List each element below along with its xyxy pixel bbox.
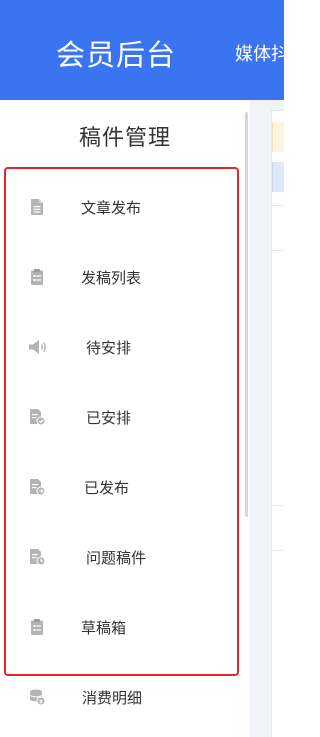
panel-divider: [271, 550, 284, 551]
sidebar-item-label: 待安排: [86, 339, 132, 357]
sidebar-section-title: 稿件管理: [78, 126, 171, 151]
document-upload-icon: [28, 478, 46, 496]
sidebar-item-problem-articles[interactable]: 问题稿件: [20, 537, 220, 577]
sidebar-item-label: 发稿列表: [81, 269, 142, 287]
info-bar: [272, 162, 284, 192]
sidebar-item-label: 草稿箱: [81, 619, 127, 637]
sidebar-item-label: 问题稿件: [86, 549, 147, 567]
sidebar-item-drafts[interactable]: 草稿箱: [20, 607, 220, 647]
panel-divider: [271, 205, 284, 206]
top-nav-item-media[interactable]: 媒体抖: [235, 40, 284, 66]
app-title: 会员后台: [56, 38, 177, 72]
sidebar-item-arranged[interactable]: 已安排: [20, 397, 220, 437]
content-panel-lower: [271, 505, 284, 737]
sidebar-item-article-publish[interactable]: 文章发布: [20, 187, 220, 227]
clipboard-list-icon: [28, 268, 46, 286]
notice-bar: [272, 122, 284, 152]
sidebar-item-label: 文章发布: [81, 199, 142, 217]
sidebar-scrollbar[interactable]: [245, 112, 248, 517]
document-warning-icon: [28, 548, 46, 566]
header-bar: 会员后台 媒体抖: [0, 0, 284, 100]
main-content-area: [250, 100, 284, 737]
sidebar-item-label: 已发布: [84, 479, 130, 497]
document-icon: [28, 198, 46, 216]
sidebar-item-submission-list[interactable]: 发稿列表: [20, 257, 220, 297]
sidebar-item-label: 消费明细: [82, 689, 143, 707]
sidebar-item-expense-details[interactable]: 消费明细: [20, 677, 220, 717]
document-check-icon: [28, 408, 46, 426]
sidebar-item-published[interactable]: 已发布: [20, 467, 220, 507]
speaker-icon: [28, 338, 48, 356]
clipboard-draft-icon: [28, 618, 46, 636]
panel-divider: [271, 250, 284, 251]
sidebar-item-label: 已安排: [86, 409, 132, 427]
coins-icon: [28, 688, 46, 706]
sidebar-item-pending[interactable]: 待安排: [20, 327, 220, 367]
